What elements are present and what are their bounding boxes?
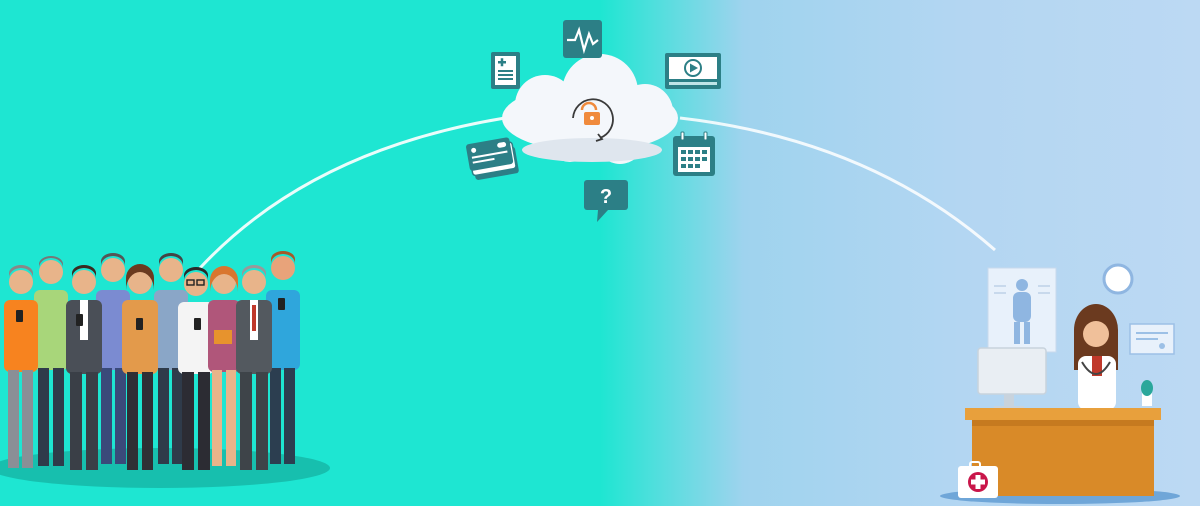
person-front-1: [4, 265, 38, 468]
insurance-card-icon: [466, 137, 519, 180]
doctor-figure: [1074, 304, 1118, 410]
doctor-office: [940, 263, 1180, 504]
patients-group: [0, 251, 330, 488]
cloud-icon: [502, 54, 678, 164]
xray-board: [987, 267, 1057, 353]
potted-plant: [1141, 380, 1153, 406]
help-question-icon: ?: [584, 180, 628, 222]
telehealth-hero-illustration: ?: [0, 0, 1200, 506]
wall-clock-icon: [1102, 263, 1134, 295]
video-player-icon: [665, 53, 721, 89]
question-mark-text: ?: [600, 186, 612, 208]
certificate-frame: [1129, 323, 1175, 355]
prescription-document-icon: [491, 52, 520, 89]
person-front-5: [208, 266, 240, 466]
first-aid-kit-icon: [958, 461, 998, 498]
computer-monitor: [977, 347, 1047, 410]
heart-monitor-icon: [563, 20, 602, 58]
person-back-1: [34, 256, 68, 466]
calendar-icon: [673, 131, 715, 176]
